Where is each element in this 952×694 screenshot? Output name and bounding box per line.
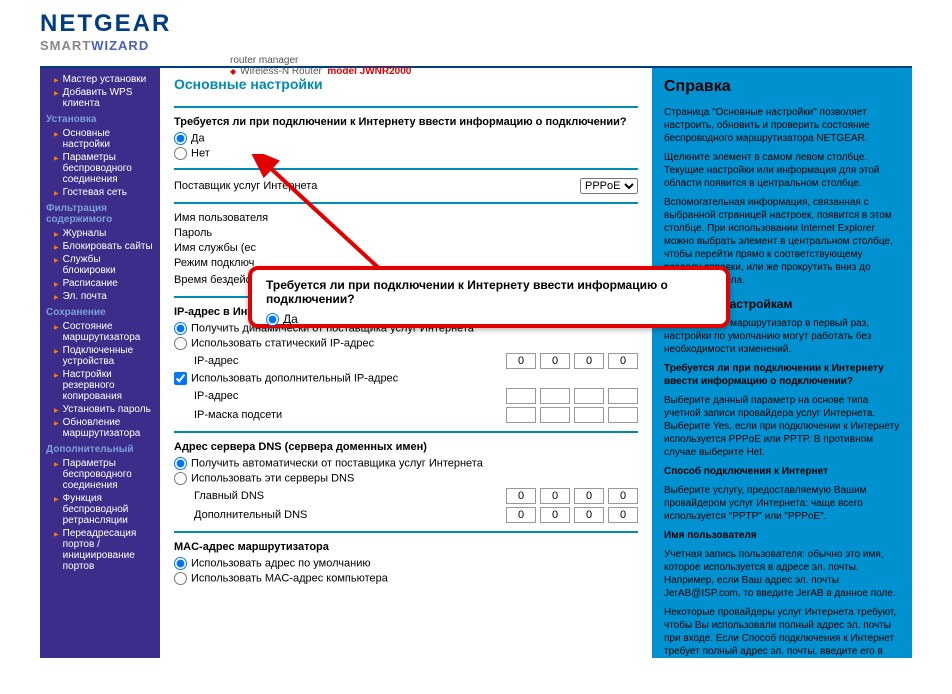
sidebar-item-wizard[interactable]: Мастер установки <box>44 73 156 86</box>
wizard-subhead: SMARTWIZARD <box>40 38 912 53</box>
mac-default-radio[interactable] <box>174 557 187 570</box>
isp-label: Поставщик услуг Интернета <box>174 180 374 192</box>
password-label: Пароль <box>174 227 374 239</box>
sidebar-item-basic[interactable]: Основные настройки <box>44 127 156 151</box>
callout-yes-radio[interactable] <box>266 313 279 326</box>
help-title: Справка <box>664 78 900 96</box>
dns-sec-inputs <box>506 507 638 523</box>
sidebar-item-backup[interactable]: Настройки резервного копирования <box>44 368 156 403</box>
ip-dynamic-radio[interactable] <box>174 322 187 335</box>
sidebar-item-attached[interactable]: Подключенные устройства <box>44 344 156 368</box>
login-no-radio[interactable] <box>174 147 187 160</box>
sidebar: Мастер установки Добавить WPS клиента Ус… <box>40 68 160 658</box>
username-label: Имя пользователя <box>174 212 374 224</box>
ip-addr2-label: IP-адрес <box>174 390 364 402</box>
sidebar-item-guest[interactable]: Гостевая сеть <box>44 186 156 199</box>
sidebar-item-repeater[interactable]: Функция беспроводной ретрансляции <box>44 492 156 527</box>
tagline: router manager ◆Wireless-N Router model … <box>230 55 411 77</box>
sidebar-item-blockservices[interactable]: Службы блокировки <box>44 253 156 277</box>
help-h-user: Имя пользователя <box>664 529 900 542</box>
annotation-callout: Требуется ли при подключении к Интернету… <box>248 266 730 328</box>
dns-main-label: Главный DNS <box>174 490 364 502</box>
dns-sec-label: Дополнительный DNS <box>174 509 364 521</box>
sidebar-item-status[interactable]: Состояние маршрутизатора <box>44 320 156 344</box>
sidebar-item-logs[interactable]: Журналы <box>44 227 156 240</box>
divider <box>174 106 638 108</box>
ip-extra-checkbox[interactable] <box>174 372 187 385</box>
ip-addr-inputs <box>506 353 638 369</box>
ip-mask-inputs <box>506 407 638 423</box>
mac-section-title: MAC-адрес маршрутизатора <box>174 541 638 553</box>
brand-logo: NETGEAR <box>40 10 912 38</box>
page-title: Основные настройки <box>174 76 638 92</box>
sidebar-item-password[interactable]: Установить пароль <box>44 403 156 416</box>
sidebar-item-portfwd[interactable]: Переадресация портов / инициирование пор… <box>44 527 156 573</box>
dns-auto-radio[interactable] <box>174 457 187 470</box>
sidebar-item-adv-wireless[interactable]: Параметры беспроводного соединения <box>44 457 156 492</box>
sidebar-group-filter: Фильтрация содержимого <box>44 199 156 227</box>
help-panel: Справка Страница "Основные настройки" по… <box>652 68 912 658</box>
login-required-question: Требуется ли при подключении к Интернету… <box>174 116 638 128</box>
mac-computer-radio[interactable] <box>174 572 187 585</box>
dns-main-inputs <box>506 488 638 504</box>
sidebar-item-email[interactable]: Эл. почта <box>44 290 156 303</box>
header: NETGEAR SMARTWIZARD router manager ◆Wire… <box>0 0 952 58</box>
sidebar-item-blocksites[interactable]: Блокировать сайты <box>44 240 156 253</box>
dns-section-title: Адрес сервера DNS (сервера доменных имен… <box>174 441 638 453</box>
ip-addr2-inputs <box>506 388 638 404</box>
service-label: Имя службы (ес <box>174 242 374 254</box>
main-panel: Основные настройки Требуется ли при подк… <box>160 68 652 658</box>
sidebar-group-advanced: Дополнительный <box>44 440 156 457</box>
login-yes-label: Да <box>191 132 205 144</box>
ip-static-radio[interactable] <box>174 337 187 350</box>
help-h-conn: Способ подключения к Интернет <box>664 465 900 478</box>
sidebar-item-wps[interactable]: Добавить WPS клиента <box>44 86 156 110</box>
callout-question: Требуется ли при подключении к Интернету… <box>266 278 712 306</box>
ip-mask-label: IP-маска подсети <box>174 409 364 421</box>
isp-select[interactable]: PPPoE <box>580 178 638 194</box>
sidebar-item-wireless[interactable]: Параметры беспроводного соединения <box>44 151 156 186</box>
sidebar-group-setup: Установка <box>44 110 156 127</box>
ip-addr-label: IP-адрес <box>174 355 364 367</box>
help-q-login: Требуется ли при подключении к Интернету… <box>664 362 900 388</box>
sidebar-group-maintenance: Сохранение <box>44 303 156 320</box>
login-yes-radio[interactable] <box>174 132 187 145</box>
sidebar-item-upgrade[interactable]: Обновление маршрутизатора <box>44 416 156 440</box>
sidebar-item-schedule[interactable]: Расписание <box>44 277 156 290</box>
dns-manual-radio[interactable] <box>174 472 187 485</box>
login-no-label: Нет <box>191 147 210 159</box>
